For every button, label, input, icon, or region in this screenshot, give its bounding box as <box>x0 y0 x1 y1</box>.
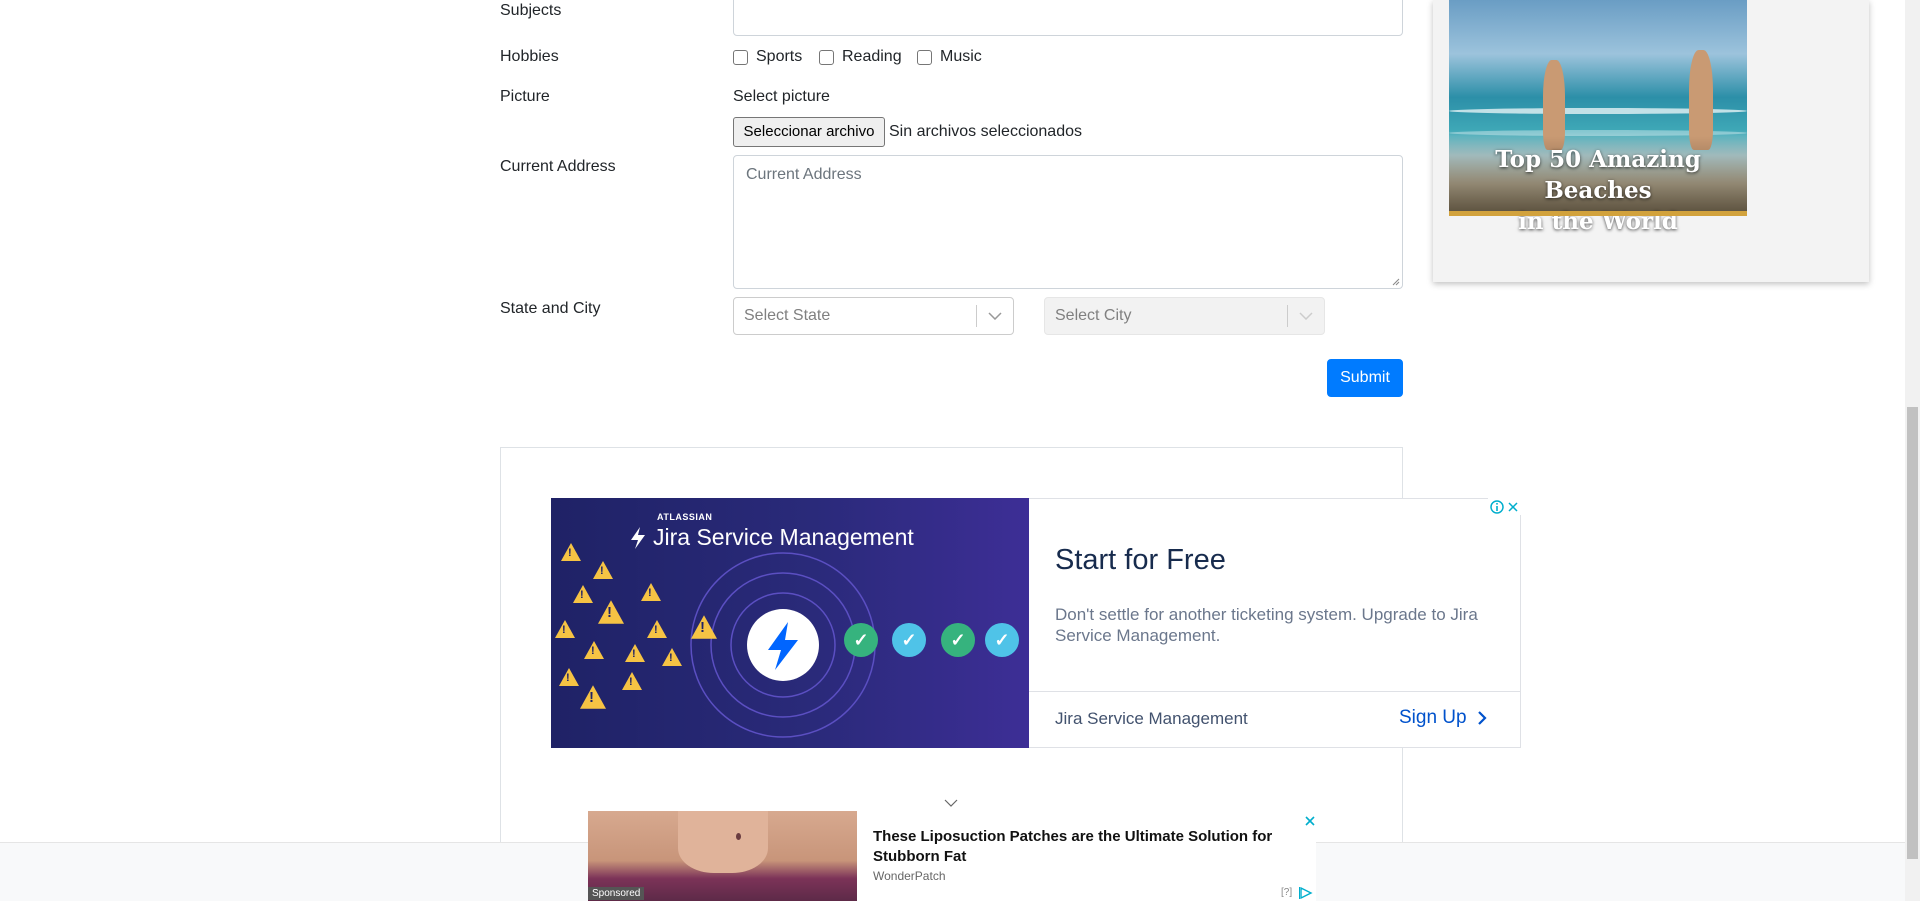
warning-icon <box>641 583 661 601</box>
chevron-down-icon[interactable] <box>1288 312 1324 320</box>
warning-icon <box>691 615 717 639</box>
music-checkbox[interactable] <box>917 49 932 65</box>
jira-ad-body: Don't settle for another ticketing syste… <box>1055 605 1478 645</box>
ad-info-icon[interactable] <box>1489 499 1504 514</box>
jira-ad-divider <box>1029 691 1520 692</box>
warning-icon <box>573 585 593 603</box>
music-label[interactable]: Music <box>940 48 982 66</box>
select-picture-text: Select picture <box>733 88 830 105</box>
ad-help-link[interactable]: [?] <box>1281 887 1292 898</box>
chevron-down-icon[interactable] <box>977 312 1013 320</box>
jira-brand: Jira Service Management <box>629 524 914 551</box>
warning-icon <box>561 543 581 561</box>
jira-brand-label: Jira Service Management <box>653 524 914 550</box>
warning-icon <box>662 648 682 666</box>
scrollbar-thumb[interactable] <box>1907 407 1918 859</box>
file-status: Sin archivos seleccionados <box>889 123 1082 140</box>
check-icon: ✓ <box>941 623 975 657</box>
sign-up-label[interactable]: Sign Up <box>1399 707 1467 729</box>
sports-checkbox[interactable] <box>733 49 748 65</box>
hobby-sports[interactable]: Sports <box>733 48 802 66</box>
collapse-chevron-icon[interactable] <box>944 799 958 807</box>
warning-icon <box>625 644 645 662</box>
ad-close-icon[interactable] <box>1506 500 1520 514</box>
adchoices-icon[interactable] <box>1299 887 1313 899</box>
subjects-input[interactable] <box>733 0 1403 36</box>
submit-button[interactable]: Submit <box>1327 359 1403 397</box>
side-ad-title[interactable]: Top 50 Amazing Beaches in the World <box>1449 144 1747 237</box>
warning-icon <box>647 620 667 638</box>
city-select[interactable]: Select City <box>1044 297 1325 335</box>
hobbies-label: Hobbies <box>500 48 559 65</box>
warning-icon <box>584 641 604 659</box>
ad-controls <box>1488 498 1521 515</box>
hobby-reading[interactable]: Reading <box>819 48 902 66</box>
reading-checkbox[interactable] <box>819 49 834 65</box>
current-address-label: Current Address <box>500 158 616 175</box>
warning-icon <box>622 672 642 690</box>
jira-ad-headline[interactable]: Start for Free <box>1055 544 1226 577</box>
state-placeholder: Select State <box>744 307 831 324</box>
reading-label[interactable]: Reading <box>842 48 902 66</box>
warning-icon <box>598 600 624 624</box>
side-ad-accent-bar <box>1449 211 1747 216</box>
resize-handle-icon[interactable] <box>1392 278 1400 286</box>
subjects-label: Subjects <box>500 2 562 19</box>
state-select[interactable]: Select State <box>733 297 1014 335</box>
bottom-ad-headline[interactable]: These Liposuction Patches are the Ultima… <box>873 827 1303 867</box>
check-icon: ✓ <box>985 623 1019 657</box>
hobby-music[interactable]: Music <box>917 48 982 66</box>
sign-up-link[interactable]: Sign Up <box>1399 707 1487 729</box>
warning-icon <box>559 668 579 686</box>
bolt-icon <box>631 526 645 549</box>
warning-icon <box>580 685 606 709</box>
warning-icon <box>555 620 575 638</box>
sports-label[interactable]: Sports <box>756 48 802 66</box>
atlassian-label: ATLASSIAN <box>657 512 713 522</box>
bottom-ad-advertiser: WonderPatch <box>873 869 946 883</box>
bottom-ad-image[interactable]: Sponsored <box>588 811 857 901</box>
city-placeholder: Select City <box>1055 307 1132 324</box>
picture-label: Picture <box>500 88 550 105</box>
jira-ad-image[interactable]: ATLASSIAN Jira Service Management ✓ ✓ ✓ … <box>551 498 1029 748</box>
choose-file-button[interactable]: Seleccionar archivo <box>733 117 885 147</box>
check-icon: ✓ <box>844 623 878 657</box>
check-icon: ✓ <box>892 623 926 657</box>
bottom-ad-close-icon[interactable] <box>1304 815 1316 827</box>
jira-ad-text[interactable]: Start for Free Don't settle for another … <box>1029 498 1521 748</box>
state-city-label: State and City <box>500 300 601 317</box>
current-address-textarea[interactable]: Current Address <box>733 155 1403 289</box>
warning-icon <box>593 561 613 579</box>
side-ad-title-line1: Top 50 Amazing Beaches <box>1495 146 1701 204</box>
current-address-placeholder: Current Address <box>746 166 862 183</box>
jira-ad-advertiser: Jira Service Management <box>1055 709 1248 728</box>
chevron-right-icon[interactable] <box>1477 710 1487 726</box>
sponsored-label: Sponsored <box>588 887 645 900</box>
